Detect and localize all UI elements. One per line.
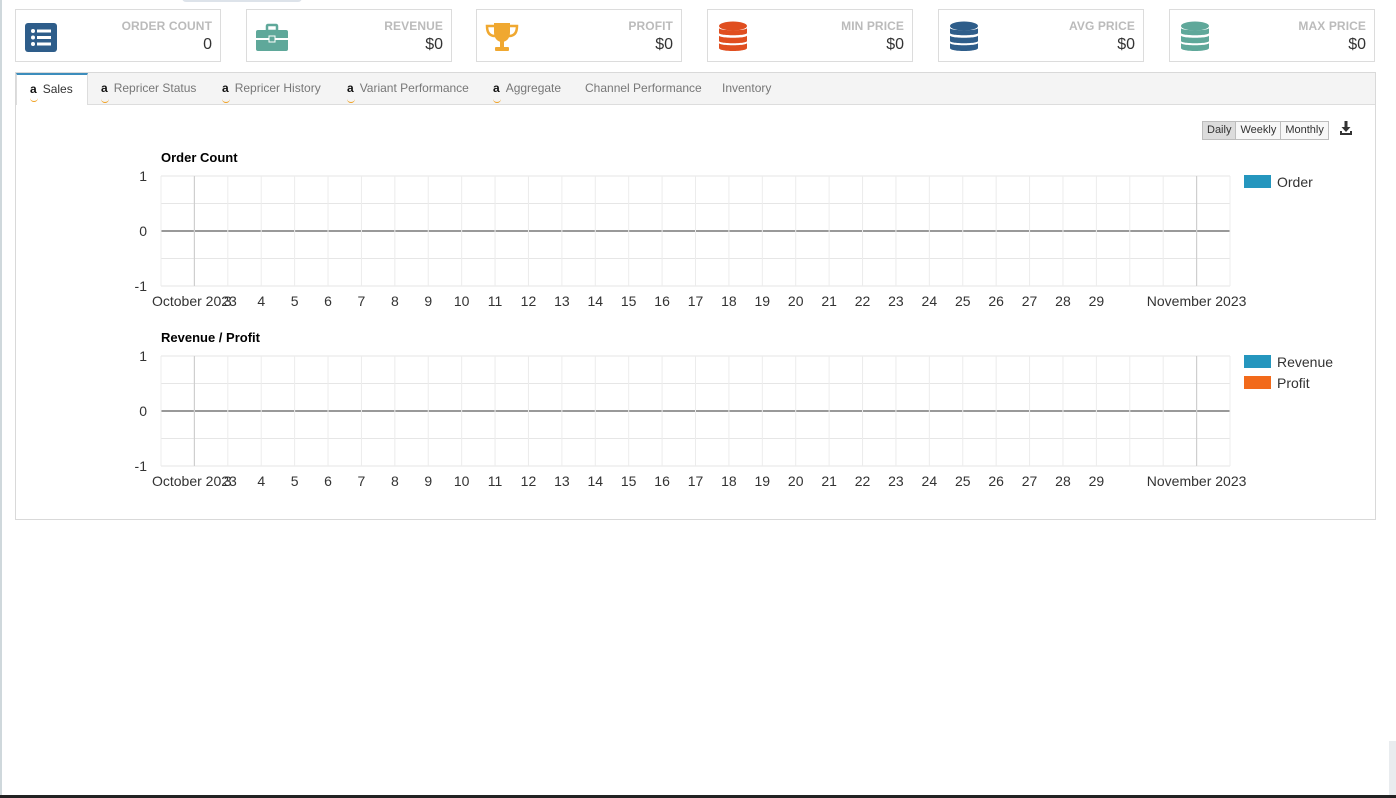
x-tick-label: 29	[1089, 293, 1105, 309]
x-tick-label: 3	[224, 293, 232, 309]
x-tick-label: 19	[755, 473, 771, 489]
x-tick-label: 15	[621, 473, 637, 489]
x-tick-label: 22	[855, 293, 871, 309]
x-tick-label: 24	[922, 473, 938, 489]
x-tick-label: 8	[391, 473, 399, 489]
x-tick-label: 16	[654, 293, 670, 309]
chart-1: Revenue / ProfitOctober 20233 4 5 6 7 8 9 10 11 1…	[135, 330, 1334, 489]
x-tick-label: 12	[521, 473, 537, 489]
x-tick-label: 28	[1055, 293, 1071, 309]
x-tick-label: November 2023	[1147, 293, 1247, 309]
x-tick-label: 10	[454, 473, 470, 489]
x-tick-label: 15	[621, 293, 637, 309]
x-tick-label: November 2023	[1147, 473, 1247, 489]
x-tick-label: 21	[821, 293, 837, 309]
x-tick-label: 10	[454, 293, 470, 309]
x-tick-label: 6	[324, 293, 332, 309]
x-tick-label: 24	[922, 293, 938, 309]
legend-swatch	[1244, 355, 1271, 368]
legend-swatch	[1244, 175, 1271, 188]
y-tick-label: -1	[135, 278, 148, 294]
x-tick-label: 17	[688, 293, 704, 309]
x-tick-label: 14	[587, 473, 603, 489]
y-tick-label: 0	[139, 223, 147, 239]
x-tick-label: 3	[224, 473, 232, 489]
x-tick-label: 11	[488, 293, 503, 309]
x-tick-label: 25	[955, 293, 971, 309]
x-tick-label: 20	[788, 473, 804, 489]
x-tick-label: 12	[521, 293, 537, 309]
x-tick-label: 27	[1022, 293, 1038, 309]
legend-label: Profit	[1277, 375, 1310, 391]
x-tick-label: 4	[257, 293, 265, 309]
x-tick-label: 28	[1055, 473, 1071, 489]
y-tick-label: -1	[135, 458, 148, 474]
legend-label: Order	[1277, 174, 1313, 190]
x-tick-label: 22	[855, 473, 871, 489]
window-right-strip	[1389, 741, 1396, 795]
x-tick-label: 18	[721, 293, 737, 309]
charts-layer: Order CountOctober 20233 4 5 6 7 8 9 10 11 12 13 14…	[135, 150, 1334, 489]
x-tick-label: 7	[358, 473, 366, 489]
x-tick-label: 18	[721, 473, 737, 489]
x-tick-label: 14	[587, 293, 603, 309]
x-tick-label: 19	[755, 293, 771, 309]
x-tick-label: 23	[888, 473, 904, 489]
x-tick-label: 5	[291, 293, 299, 309]
y-tick-label: 1	[139, 168, 147, 184]
x-tick-label: 9	[424, 473, 432, 489]
x-tick-label: 21	[821, 473, 837, 489]
legend-label: Revenue	[1277, 354, 1333, 370]
y-tick-label: 0	[139, 403, 147, 419]
x-tick-label: 11	[488, 473, 503, 489]
x-tick-label: 6	[324, 473, 332, 489]
chart-title: Revenue / Profit	[161, 330, 261, 345]
x-tick-label: 8	[391, 293, 399, 309]
chart-title: Order Count	[161, 150, 238, 165]
x-tick-label: 25	[955, 473, 971, 489]
x-tick-label: 9	[424, 293, 432, 309]
x-tick-label: 27	[1022, 473, 1038, 489]
chart-0: Order CountOctober 20233 4 5 6 7 8 9 10 11 12 13 14…	[135, 150, 1314, 309]
legend-swatch	[1244, 376, 1271, 389]
x-tick-label: 4	[257, 473, 265, 489]
y-tick-label: 1	[139, 348, 147, 364]
x-tick-label: 7	[358, 293, 366, 309]
x-tick-label: 29	[1089, 473, 1105, 489]
x-tick-label: 26	[988, 473, 1004, 489]
x-tick-label: 13	[554, 473, 570, 489]
x-tick-label: 17	[688, 473, 704, 489]
x-tick-label: 13	[554, 293, 570, 309]
x-tick-label: 16	[654, 473, 670, 489]
x-tick-label: 20	[788, 293, 804, 309]
x-tick-label: 26	[988, 293, 1004, 309]
x-tick-label: 5	[291, 473, 299, 489]
x-tick-label: 23	[888, 293, 904, 309]
